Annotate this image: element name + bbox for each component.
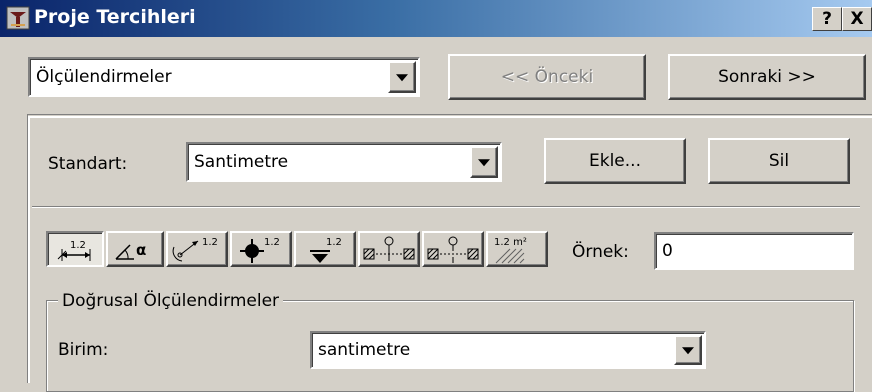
level-dimension-icon-label: 1.2 (264, 237, 280, 248)
previous-button[interactable]: << Önceki (448, 54, 646, 100)
radius-dimension-icon: 1.2 (172, 237, 218, 262)
standard-label: Standart: (48, 154, 128, 174)
example-field-value: 0 (662, 241, 673, 261)
sill-height-dimension-button[interactable] (422, 231, 484, 267)
section-select-value: Ölçülendirmeler (36, 67, 172, 87)
app-icon (6, 6, 30, 30)
next-button-label: Sonraki >> (718, 67, 816, 87)
level-dimension-button[interactable]: 1.2 (230, 231, 292, 267)
chevron-down-icon (682, 347, 694, 355)
elevation-dimension-icon: 1.2 (310, 237, 342, 263)
delete-button-label: Sil (768, 151, 790, 171)
door-window-dimension-button[interactable] (358, 231, 420, 267)
level-dimension-icon: 1.2 (240, 237, 280, 263)
chevron-down-icon (396, 74, 408, 82)
section-select[interactable]: Ölçülendirmeler (28, 57, 420, 97)
example-label: Örnek: (572, 242, 629, 262)
unit-select-value: santimetre (318, 340, 411, 360)
delete-button[interactable]: Sil (708, 138, 850, 184)
unit-select[interactable]: santimetre (310, 331, 706, 369)
elevation-dimension-button[interactable]: 1.2 (294, 231, 356, 267)
next-button[interactable]: Sonraki >> (668, 54, 866, 100)
unit-label: Birim: (58, 340, 109, 360)
radial-dimension-button[interactable]: 1.2 (166, 231, 228, 267)
sill-height-dimension-icon (427, 236, 479, 263)
title-bar: Proje Tercihleri ? X (0, 0, 872, 37)
standard-select-value: Santimetre (194, 152, 289, 172)
example-field[interactable]: 0 (654, 232, 854, 270)
elevation-dimension-icon-label: 1.2 (326, 237, 342, 248)
linear-dimension-icon: 1.2 (57, 240, 91, 261)
standard-dropdown-arrow[interactable] (470, 146, 498, 178)
door-window-dimension-icon (363, 236, 415, 261)
close-button[interactable]: X (842, 7, 872, 31)
area-dimension-button[interactable]: 1.2 m² (486, 231, 548, 267)
section-dropdown-arrow[interactable] (388, 61, 416, 93)
linear-dimension-button[interactable]: 1.2 (46, 231, 104, 267)
angular-dimension-icon-label: α (136, 241, 146, 259)
add-button[interactable]: Ekle... (544, 138, 686, 184)
linear-dimensions-group-title: Doğrusal Ölçülendirmeler (58, 291, 284, 311)
help-button[interactable]: ? (812, 7, 842, 31)
window-title: Proje Tercihleri (34, 6, 196, 28)
standard-select[interactable]: Santimetre (186, 142, 502, 182)
add-button-label: Ekle... (589, 151, 641, 171)
angular-dimension-button[interactable]: α (106, 231, 164, 267)
previous-button-label: << Önceki (500, 67, 594, 87)
unit-dropdown-arrow[interactable] (674, 335, 702, 365)
area-dimension-icon-label: 1.2 m² (494, 237, 527, 248)
radial-dimension-icon-label: 1.2 (202, 237, 218, 248)
area-dimension-icon: 1.2 m² (494, 237, 527, 264)
separator-highlight (32, 207, 860, 208)
chevron-down-icon (478, 159, 490, 167)
angle-dimension-icon: α (115, 241, 146, 260)
linear-dimension-icon-label: 1.2 (70, 240, 86, 251)
